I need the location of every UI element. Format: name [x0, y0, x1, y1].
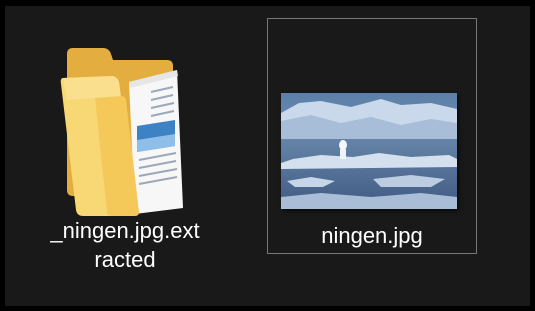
folder-icon [60, 48, 183, 216]
file-item-ningen-jpg[interactable]: ningen.jpg [267, 18, 477, 254]
folder-item-ningen-extracted[interactable]: _ningen.jpg.ext racted [25, 18, 225, 288]
image-thumbnail [281, 93, 457, 209]
folder-name-line-2: racted [94, 247, 156, 272]
folder-name-label: _ningen.jpg.ext racted [25, 216, 225, 274]
file-explorer-pane: _ningen.jpg.ext racted ningen.jpg [5, 6, 530, 306]
folder-name-line-1: _ningen.jpg.ext [50, 218, 200, 243]
file-name-label: ningen.jpg [321, 223, 423, 248]
